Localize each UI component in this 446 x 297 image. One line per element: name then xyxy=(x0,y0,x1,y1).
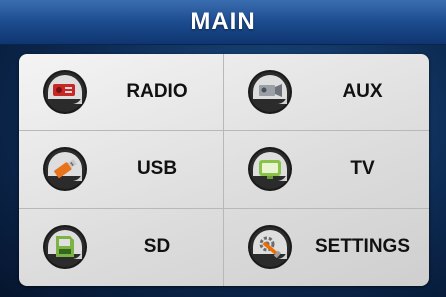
aux-icon xyxy=(247,69,293,115)
main-menu-panel: RADIO AUX USB TV SD SETTINGS xyxy=(19,54,429,286)
radio-icon xyxy=(42,69,88,115)
menu-item-usb[interactable]: USB xyxy=(19,131,224,209)
menu-item-tv[interactable]: TV xyxy=(224,131,429,209)
menu-item-label: SETTINGS xyxy=(314,236,410,258)
title-bar: MAIN xyxy=(0,0,446,45)
page-title: MAIN xyxy=(190,8,256,35)
settings-icon xyxy=(247,224,293,270)
menu-item-label: TV xyxy=(350,158,375,180)
menu-item-sd[interactable]: SD xyxy=(19,208,224,286)
sd-card-icon xyxy=(42,224,88,270)
menu-item-label: AUX xyxy=(342,81,383,103)
menu-item-settings[interactable]: SETTINGS xyxy=(224,209,429,286)
menu-item-radio[interactable]: RADIO xyxy=(19,54,224,132)
menu-item-label: USB xyxy=(136,158,178,180)
menu-item-aux[interactable]: AUX xyxy=(224,54,429,132)
usb-icon xyxy=(42,146,88,192)
menu-item-label: RADIO xyxy=(126,81,188,103)
menu-item-label: SD xyxy=(143,236,171,258)
tv-icon xyxy=(247,146,293,192)
